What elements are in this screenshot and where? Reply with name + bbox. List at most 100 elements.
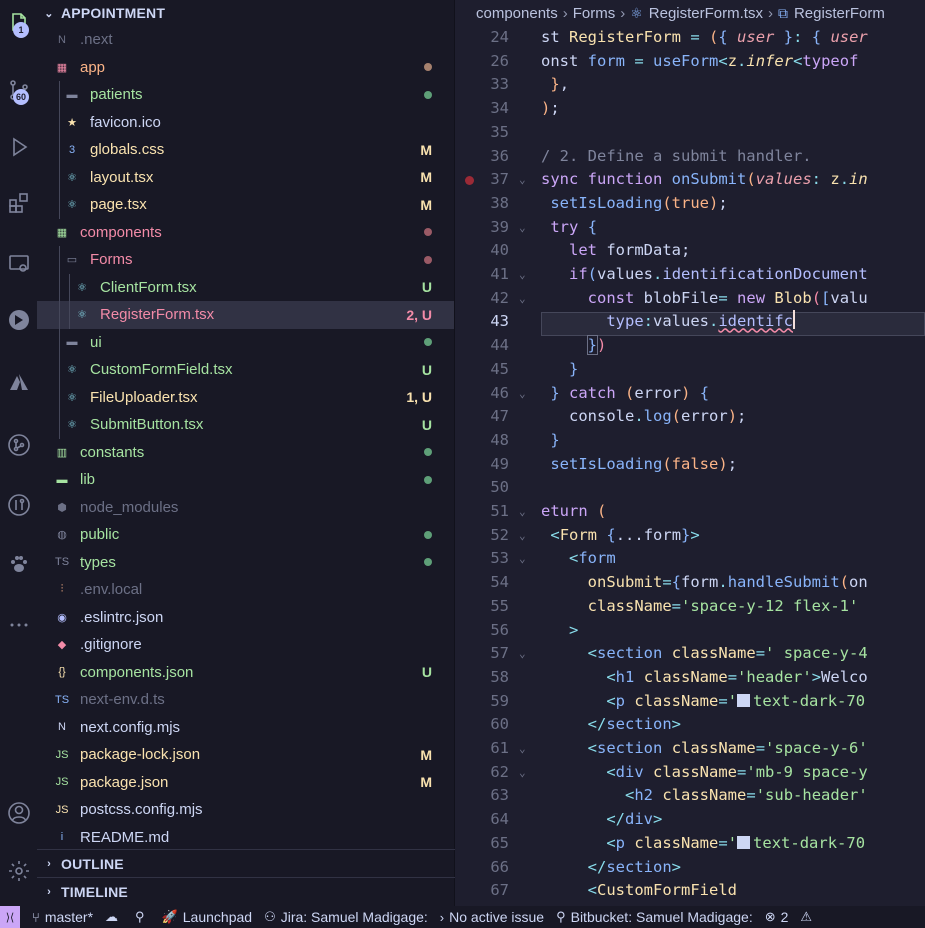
code-line[interactable]: 54 onSubmit={form.handleSubmit(on [456, 571, 925, 595]
code-line[interactable]: 41 ⌄ if(values.identificationDocument [456, 263, 925, 287]
tree-item[interactable]: ▭ Forms [37, 246, 454, 274]
tree-item[interactable]: JS package.json M [37, 769, 454, 797]
code-line[interactable]: 42 ⌄ const blobFile= new Blob([valu [456, 287, 925, 311]
outline-section-header[interactable]: › OUTLINE [37, 849, 455, 877]
tree-item[interactable]: Nnext.config.mjs [37, 714, 454, 742]
breadcrumb-item[interactable]: RegisterForm [794, 5, 885, 22]
status-item[interactable]: › No active issue [440, 909, 544, 925]
code-line[interactable]: 64 </div> [456, 808, 925, 832]
run-debug-icon[interactable] [0, 127, 37, 167]
code-line[interactable]: 44 }) [456, 334, 925, 358]
status-item[interactable]: ⚠ [800, 909, 817, 925]
tree-item[interactable]: ⚛ RegisterForm.tsx 2, U [37, 301, 454, 329]
remote-explorer-icon[interactable] [0, 244, 37, 284]
fold-chevron-icon[interactable]: ⌄ [519, 216, 526, 240]
code-line[interactable]: 34); [456, 97, 925, 121]
code-line[interactable]: 59 <p className=' text-dark-70 [456, 690, 925, 714]
code-line[interactable]: 67 <CustomFormField [456, 879, 925, 903]
code-line[interactable]: 37 ⌄ sync function onSubmit(values: z.in [456, 168, 925, 192]
code-line[interactable]: 38 setIsLoading(true); [456, 192, 925, 216]
code-line[interactable]: 33 }, [456, 73, 925, 97]
code-line[interactable]: 55 className='space-y-12 flex-1' [456, 595, 925, 619]
code-line[interactable]: 66 </section> [456, 856, 925, 880]
code-line[interactable]: 60 </section> [456, 713, 925, 737]
tree-item[interactable]: N .next [37, 26, 454, 54]
code-line[interactable]: 35 [456, 121, 925, 145]
code-line[interactable]: 47 console.log(error); [456, 405, 925, 429]
code-line[interactable]: 57 ⌄ <section className=' space-y-4 [456, 642, 925, 666]
code-line[interactable]: 58 <h1 className='header'>Welco [456, 666, 925, 690]
gitkraken-icon[interactable] [0, 300, 37, 340]
pull-request-icon[interactable] [0, 485, 37, 525]
tree-item[interactable]: ⚛ layout.tsx M [37, 163, 454, 191]
status-item[interactable]: ⊗ 2 [765, 909, 789, 925]
code-line[interactable]: 40 let formData; [456, 239, 925, 263]
fold-chevron-icon[interactable]: ⌄ [519, 287, 526, 311]
code-line[interactable]: 53 ⌄ <form [456, 547, 925, 571]
code-line[interactable]: 46 ⌄ } catch (error) { [456, 382, 925, 406]
code-line[interactable]: 36 / 2. Define a submit handler. [456, 145, 925, 169]
status-item[interactable]: ☁ [105, 909, 123, 925]
code-line[interactable]: 45 } [456, 358, 925, 382]
code-line[interactable]: 48 } [456, 429, 925, 453]
code-line[interactable]: 62 ⌄ <div className='mb-9 space-y [456, 761, 925, 785]
tree-item[interactable]: ◉ .eslintrc.json [37, 604, 454, 632]
fold-chevron-icon[interactable]: ⌄ [519, 737, 526, 761]
tree-item[interactable]: ⚛ SubmitButton.tsx U [37, 411, 454, 439]
tree-item[interactable]: ▥ constants [37, 439, 454, 467]
tree-item[interactable]: JS package-lock.json M [37, 741, 454, 769]
paw-icon[interactable] [0, 545, 37, 585]
remote-icon[interactable]: ⟩⟨ [0, 906, 20, 928]
status-item[interactable]: 🚀 Launchpad [162, 909, 252, 925]
tree-item[interactable]: {} components.json U [37, 659, 454, 687]
fold-chevron-icon[interactable]: ⌄ [519, 382, 526, 406]
code-editor[interactable]: components › Forms › ⚛ RegisterForm.tsx › ⧉ Regi… [456, 0, 925, 906]
code-line[interactable]: 43 type:values.identifc [456, 310, 925, 334]
settings-gear-icon[interactable] [0, 851, 37, 891]
status-item[interactable]: ⑂ master* [32, 909, 93, 925]
fold-chevron-icon[interactable]: ⌄ [519, 642, 526, 666]
tree-item[interactable]: ▬ lib [37, 466, 454, 494]
fold-chevron-icon[interactable]: ⌄ [519, 500, 526, 524]
tree-item[interactable]: ▬ patients [37, 81, 454, 109]
code-line[interactable]: 63 <h2 className='sub-header' [456, 784, 925, 808]
tree-item[interactable]: ⚛ page.tsx M [37, 191, 454, 219]
status-item[interactable]: ⚲ [135, 909, 150, 925]
tree-item[interactable]: ▬ ui [37, 328, 454, 356]
code-line[interactable]: 65 <p className=' text-dark-70 [456, 832, 925, 856]
source-control-icon[interactable]: 60 [0, 70, 37, 110]
breadcrumb-item[interactable]: components [476, 5, 558, 22]
accounts-icon[interactable] [0, 793, 37, 833]
tree-item[interactable]: ⫶ .env.local [37, 576, 454, 604]
fold-chevron-icon[interactable]: ⌄ [519, 547, 526, 571]
fold-chevron-icon[interactable]: ⌄ [519, 263, 526, 287]
tree-item[interactable]: 3 globals.css M [37, 136, 454, 164]
tree-item[interactable]: JS postcss.config.mjs [37, 796, 454, 824]
tree-item[interactable]: i README.md [37, 824, 454, 852]
explorer-section-header[interactable]: ⌄ APPOINTMENT [37, 0, 454, 26]
tree-item[interactable]: ⚛ CustomFormField.tsx U [37, 356, 454, 384]
tree-item[interactable]: TS types [37, 549, 454, 577]
code-line[interactable]: 26 onst form = useForm<z.infer<typeof [456, 50, 925, 74]
code-line[interactable]: 52 ⌄ <Form {...form}> [456, 524, 925, 548]
tree-item[interactable]: ★ favicon.ico [37, 108, 454, 136]
code-line[interactable]: 49 setIsLoading(false); [456, 453, 925, 477]
tree-item[interactable]: ◆ .gitignore [37, 631, 454, 659]
code-line[interactable]: 51 ⌄ eturn ( [456, 500, 925, 524]
code-line[interactable]: 50 [456, 476, 925, 500]
tree-item[interactable]: ⬢ node_modules [37, 494, 454, 522]
more-icon[interactable] [0, 605, 37, 645]
tree-item[interactable]: ▦ app [37, 54, 454, 82]
tree-item[interactable]: ▦ components [37, 219, 454, 247]
timeline-section-header[interactable]: › TIMELINE [37, 877, 455, 905]
tree-item[interactable]: ⚛ ClientForm.tsx U [37, 273, 454, 301]
fold-chevron-icon[interactable]: ⌄ [519, 524, 526, 548]
code-line[interactable]: 39 ⌄ try { [456, 216, 925, 240]
fold-chevron-icon[interactable]: ⌄ [519, 761, 526, 785]
code-line[interactable]: 61 ⌄ <section className='space-y-6' [456, 737, 925, 761]
code-line[interactable]: 24 st RegisterForm = ({ user }: { user [456, 26, 925, 50]
status-item[interactable]: ⚇ Jira: Samuel Madigage: [264, 909, 428, 925]
breadcrumb-item[interactable]: Forms [573, 5, 616, 22]
breadcrumb-item[interactable]: RegisterForm.tsx [649, 5, 763, 22]
status-item[interactable]: ⚲ Bitbucket: Samuel Madigage: [556, 909, 753, 925]
